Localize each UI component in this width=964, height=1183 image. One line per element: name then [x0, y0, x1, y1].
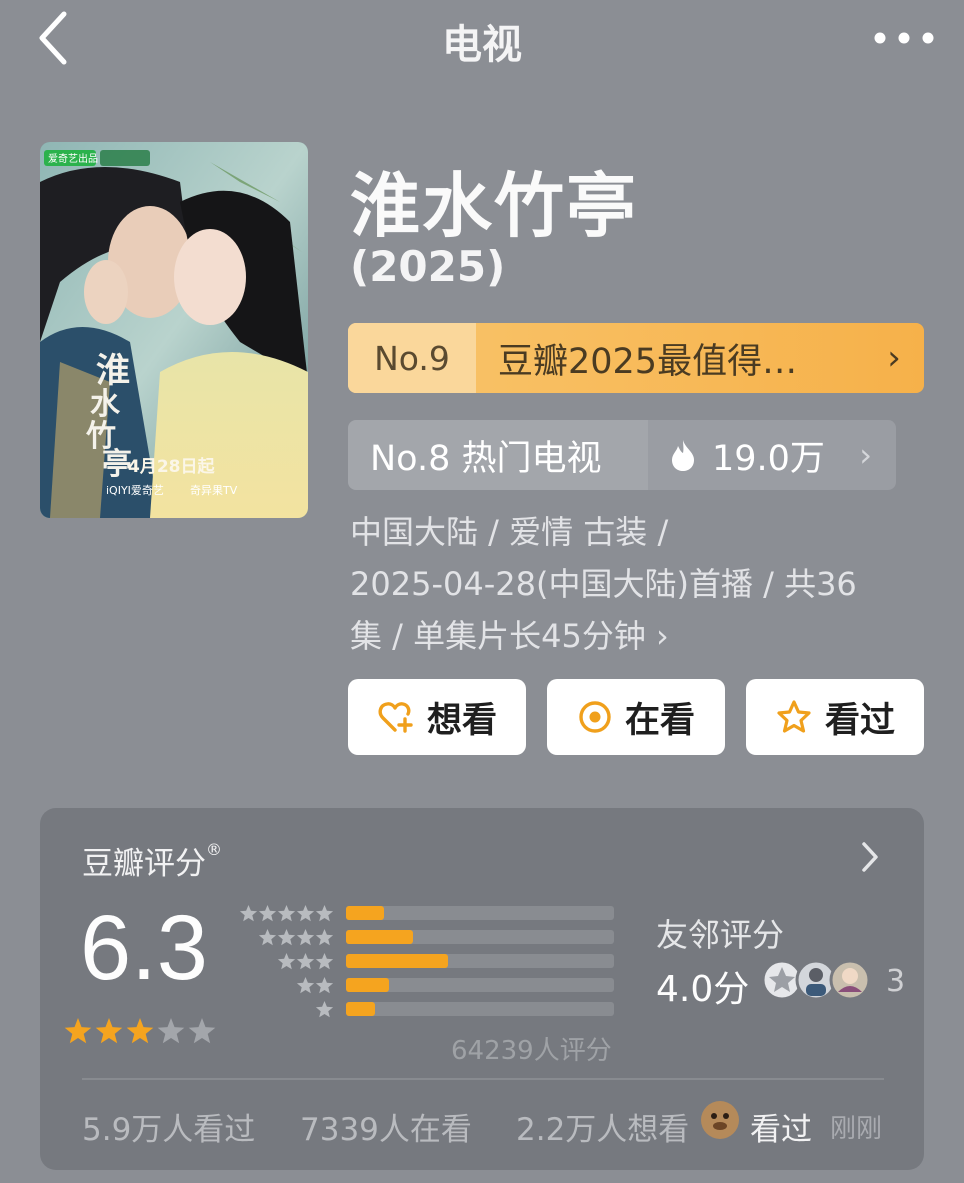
divider	[82, 1078, 884, 1080]
row-star-icon	[277, 929, 296, 946]
friend-count: 3	[886, 964, 906, 999]
svg-text:4月28日起: 4月28日起	[128, 456, 215, 477]
registered-mark: ®	[206, 840, 222, 859]
target-icon	[579, 701, 611, 733]
svg-text:淮: 淮	[96, 351, 130, 391]
douban-score: 6.3	[80, 897, 208, 999]
rating-distribution	[236, 902, 616, 1022]
row-stars-icon	[277, 953, 334, 970]
row-star-icon	[296, 953, 315, 970]
row-star-icon	[296, 905, 315, 922]
friend-rating-label: 友邻评分	[656, 916, 785, 954]
row-star-icon	[296, 977, 315, 994]
rank-number: No.9	[348, 323, 476, 393]
rank-label: 豆瓣2025最值得…	[498, 341, 798, 382]
friend-rating-score: 4.0分	[656, 969, 750, 1010]
row-star-icon	[315, 929, 334, 946]
flame-icon	[672, 440, 694, 471]
chevron-right-icon[interactable]	[860, 840, 880, 874]
svg-text:奇异果TV: 奇异果TV	[190, 484, 238, 497]
rank-banner-annual[interactable]: No.9 豆瓣2025最值得… ›	[348, 323, 924, 393]
hot-tv-rank: No.8 热门电视	[348, 420, 648, 490]
chevron-right-icon: ›	[859, 436, 872, 474]
rating-count[interactable]: 64239人评分	[451, 1030, 612, 1067]
poster-image[interactable]: 淮 水 竹 亭 爱奇艺出品 4月28日起 iQIYI爱奇艺 奇异果TV	[40, 142, 308, 518]
page-title: 电视	[442, 22, 522, 68]
star-empty-icon	[157, 1018, 185, 1044]
rating-header-text: 豆瓣评分	[82, 846, 206, 882]
star-filled-icon	[126, 1018, 154, 1044]
show-meta[interactable]: 中国大陆 / 爱情 古装 / 2025-04-28(中国大陆)首播 / 共36 …	[350, 506, 910, 662]
row-stars-icon	[239, 905, 334, 922]
row-star-icon	[315, 905, 334, 922]
row-star-icon	[277, 953, 296, 970]
meta-line-episodes: 集 / 单集片长45分钟 ›	[350, 610, 910, 662]
svg-text:水: 水	[90, 387, 121, 422]
show-year: (2025)	[350, 242, 506, 291]
show-title: 淮水竹亭	[350, 165, 638, 247]
svg-text:iQIYI爱奇艺: iQIYI爱奇艺	[106, 484, 164, 497]
rank-banner-hot[interactable]: No.8 热门电视 19.0万 ›	[348, 420, 896, 490]
row-stars-icon	[258, 929, 334, 946]
distribution-bar-2-star	[346, 978, 389, 992]
want-label: 想看	[426, 700, 497, 741]
star-filled-icon	[64, 1018, 92, 1044]
more-dots-icon[interactable]	[872, 22, 936, 54]
distribution-bar-3-star	[346, 954, 448, 968]
rating-header: 豆瓣评分®	[82, 838, 222, 883]
meta-line-premiere: 2025-04-28(中国大陆)首播 / 共36	[350, 565, 857, 603]
row-star-icon	[315, 1001, 334, 1018]
action-buttons: 想看 在看 看过	[348, 679, 928, 755]
distribution-track	[346, 1002, 614, 1016]
meta-episodes-text: 集 / 单集片长45分钟	[350, 617, 646, 655]
row-star-icon	[258, 905, 277, 922]
friend-time: 刚刚	[830, 1114, 883, 1144]
distribution-bar-5-star	[346, 906, 384, 920]
chevron-right-icon: ›	[887, 338, 901, 378]
heat-value-box: 19.0万 ›	[648, 420, 896, 490]
top-nav: 电视	[0, 0, 964, 80]
star-outline-icon	[777, 700, 811, 733]
svg-text:爱奇艺出品: 爱奇艺出品	[48, 152, 98, 165]
watched-count[interactable]: 5.9万人看过	[82, 1104, 255, 1149]
want-count[interactable]: 2.2万人想看	[516, 1104, 689, 1149]
distribution-track	[346, 930, 614, 944]
distribution-row-3-star	[236, 950, 616, 974]
star-empty-icon	[188, 1018, 216, 1044]
heat-value: 19.0万	[712, 438, 825, 479]
watching-label: 在看	[624, 700, 695, 741]
row-star-icon	[258, 929, 277, 946]
heart-plus-icon	[378, 702, 413, 733]
friend-action: 看过	[750, 1112, 812, 1148]
watching-count[interactable]: 7339人在看	[300, 1104, 472, 1149]
distribution-row-1-star	[236, 998, 616, 1022]
watching-button[interactable]: 在看	[547, 679, 725, 755]
watched-label: 看过	[824, 700, 895, 741]
watched-button[interactable]: 看过	[746, 679, 924, 755]
distribution-row-2-star	[236, 974, 616, 998]
distribution-row-5-star	[236, 902, 616, 926]
row-star-icon	[315, 953, 334, 970]
meta-line-region-genre: 中国大陆 / 爱情 古装 /	[350, 513, 669, 551]
distribution-track	[346, 954, 614, 968]
row-stars-icon	[315, 1001, 334, 1018]
chevron-right-icon: ›	[656, 617, 669, 655]
distribution-bar-4-star	[346, 930, 413, 944]
distribution-track	[346, 906, 614, 920]
distribution-row-4-star	[236, 926, 616, 950]
row-stars-icon	[296, 977, 334, 994]
row-star-icon	[296, 929, 315, 946]
friend-avatars[interactable]	[762, 958, 882, 1002]
row-star-icon	[239, 905, 258, 922]
distribution-track	[346, 978, 614, 992]
score-stars	[64, 1018, 216, 1044]
star-filled-icon	[95, 1018, 123, 1044]
friend-avatar[interactable]	[700, 1100, 740, 1140]
rating-card: 豆瓣评分® 6.3 64239人评分 友邻评分 4.0分 3 5.9万人看过 7…	[40, 808, 924, 1170]
want-to-watch-button[interactable]: 想看	[348, 679, 526, 755]
distribution-bar-1-star	[346, 1002, 376, 1016]
row-star-icon	[277, 905, 296, 922]
row-star-icon	[315, 977, 334, 994]
